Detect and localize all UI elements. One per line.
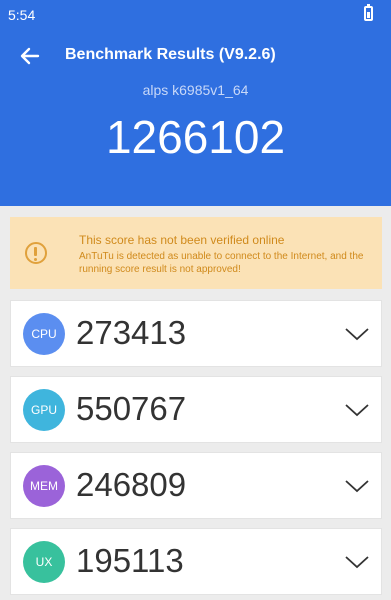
status-time: 5:54 — [8, 7, 36, 23]
device-name: alps k6985v1_64 — [142, 82, 249, 98]
battery-icon — [364, 4, 373, 21]
chevron-down-icon[interactable] — [345, 398, 369, 422]
status-bar: 5:54 — [0, 0, 391, 30]
gpu-score: 550767 — [76, 390, 187, 427]
back-arrow-icon[interactable] — [16, 42, 44, 70]
score-card-cpu[interactable]: CPU 273413 — [10, 300, 382, 367]
verification-warning: This score has not been verified online … — [10, 217, 382, 289]
gpu-badge: GPU — [23, 389, 65, 431]
cpu-score: 273413 — [76, 314, 187, 351]
header: Benchmark Results (V9.2.6) alps k6985v1_… — [0, 30, 391, 206]
ux-score: 195113 — [76, 542, 184, 579]
total-score: 1266102 — [105, 111, 286, 163]
chevron-down-icon[interactable] — [345, 550, 369, 574]
chevron-down-icon[interactable] — [345, 322, 369, 346]
mem-score: 246809 — [76, 466, 187, 503]
mem-badge: MEM — [23, 465, 65, 507]
ux-badge: UX — [23, 541, 65, 583]
score-card-mem[interactable]: MEM 246809 — [10, 452, 382, 519]
warning-icon — [25, 242, 47, 264]
warning-title: This score has not been verified online — [79, 233, 285, 247]
score-card-gpu[interactable]: GPU 550767 — [10, 376, 382, 443]
score-card-ux[interactable]: UX 195113 — [10, 528, 382, 595]
page-title: Benchmark Results (V9.2.6) — [65, 46, 276, 63]
chevron-down-icon[interactable] — [345, 474, 369, 498]
cpu-badge: CPU — [23, 313, 65, 355]
warning-message: AnTuTu is detected as unable to connect … — [79, 251, 364, 275]
